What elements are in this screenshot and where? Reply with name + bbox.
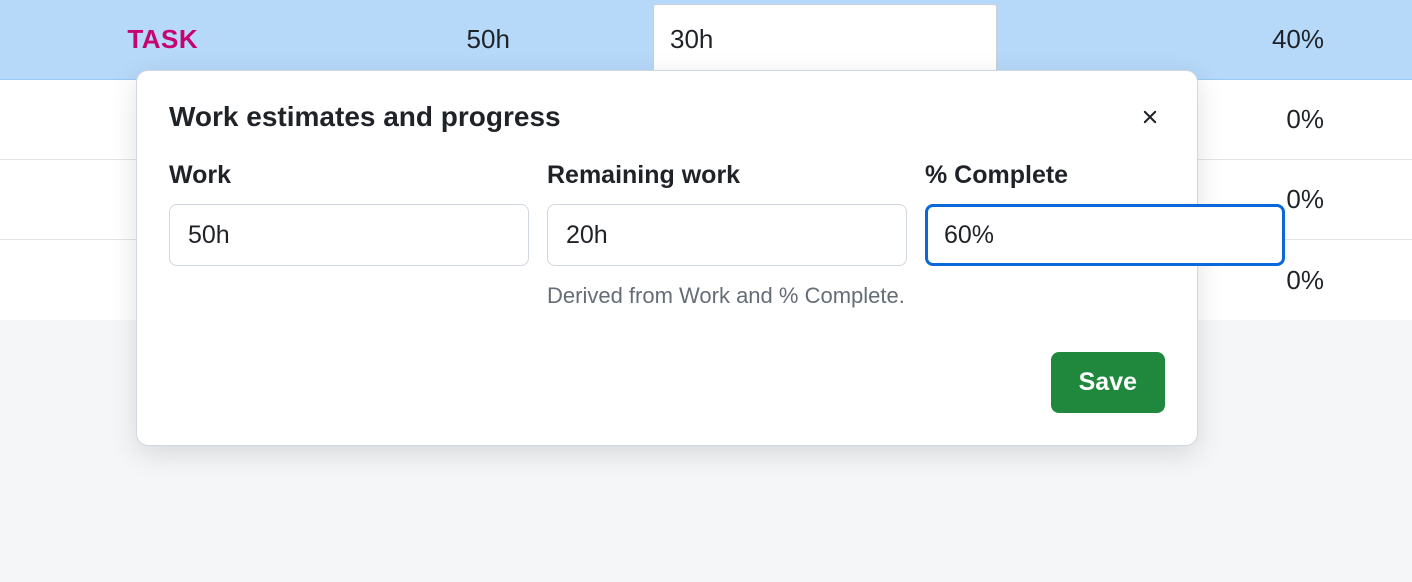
remaining-cell-editing[interactable]: 30h [653, 4, 997, 76]
percent-complete-label: % Complete [925, 161, 1285, 190]
task-name-cell[interactable]: TASK [0, 0, 326, 79]
percent-cell[interactable]: 40% [999, 0, 1412, 79]
close-button[interactable] [1135, 102, 1165, 132]
percent-complete-input[interactable] [925, 204, 1285, 266]
percent-complete-field: % Complete [925, 161, 1285, 312]
work-cell[interactable]: 50h [326, 0, 652, 79]
dialog-header: Work estimates and progress [169, 101, 1165, 133]
remaining-help-text: Derived from Work and % Complete. [547, 280, 907, 312]
dialog-title: Work estimates and progress [169, 101, 561, 133]
work-estimates-dialog: Work estimates and progress Work Remaini… [136, 70, 1198, 446]
dialog-fields: Work Remaining work Derived from Work an… [169, 161, 1165, 312]
remaining-label: Remaining work [547, 161, 907, 190]
work-field: Work [169, 161, 529, 312]
remaining-field: Remaining work Derived from Work and % C… [547, 161, 907, 312]
dialog-footer: Save [169, 352, 1165, 413]
work-input[interactable] [169, 204, 529, 266]
close-icon [1139, 106, 1161, 128]
remaining-input[interactable] [547, 204, 907, 266]
work-label: Work [169, 161, 529, 190]
table-row[interactable]: TASK 50h 30h 40% [0, 0, 1412, 80]
save-button[interactable]: Save [1051, 352, 1165, 413]
